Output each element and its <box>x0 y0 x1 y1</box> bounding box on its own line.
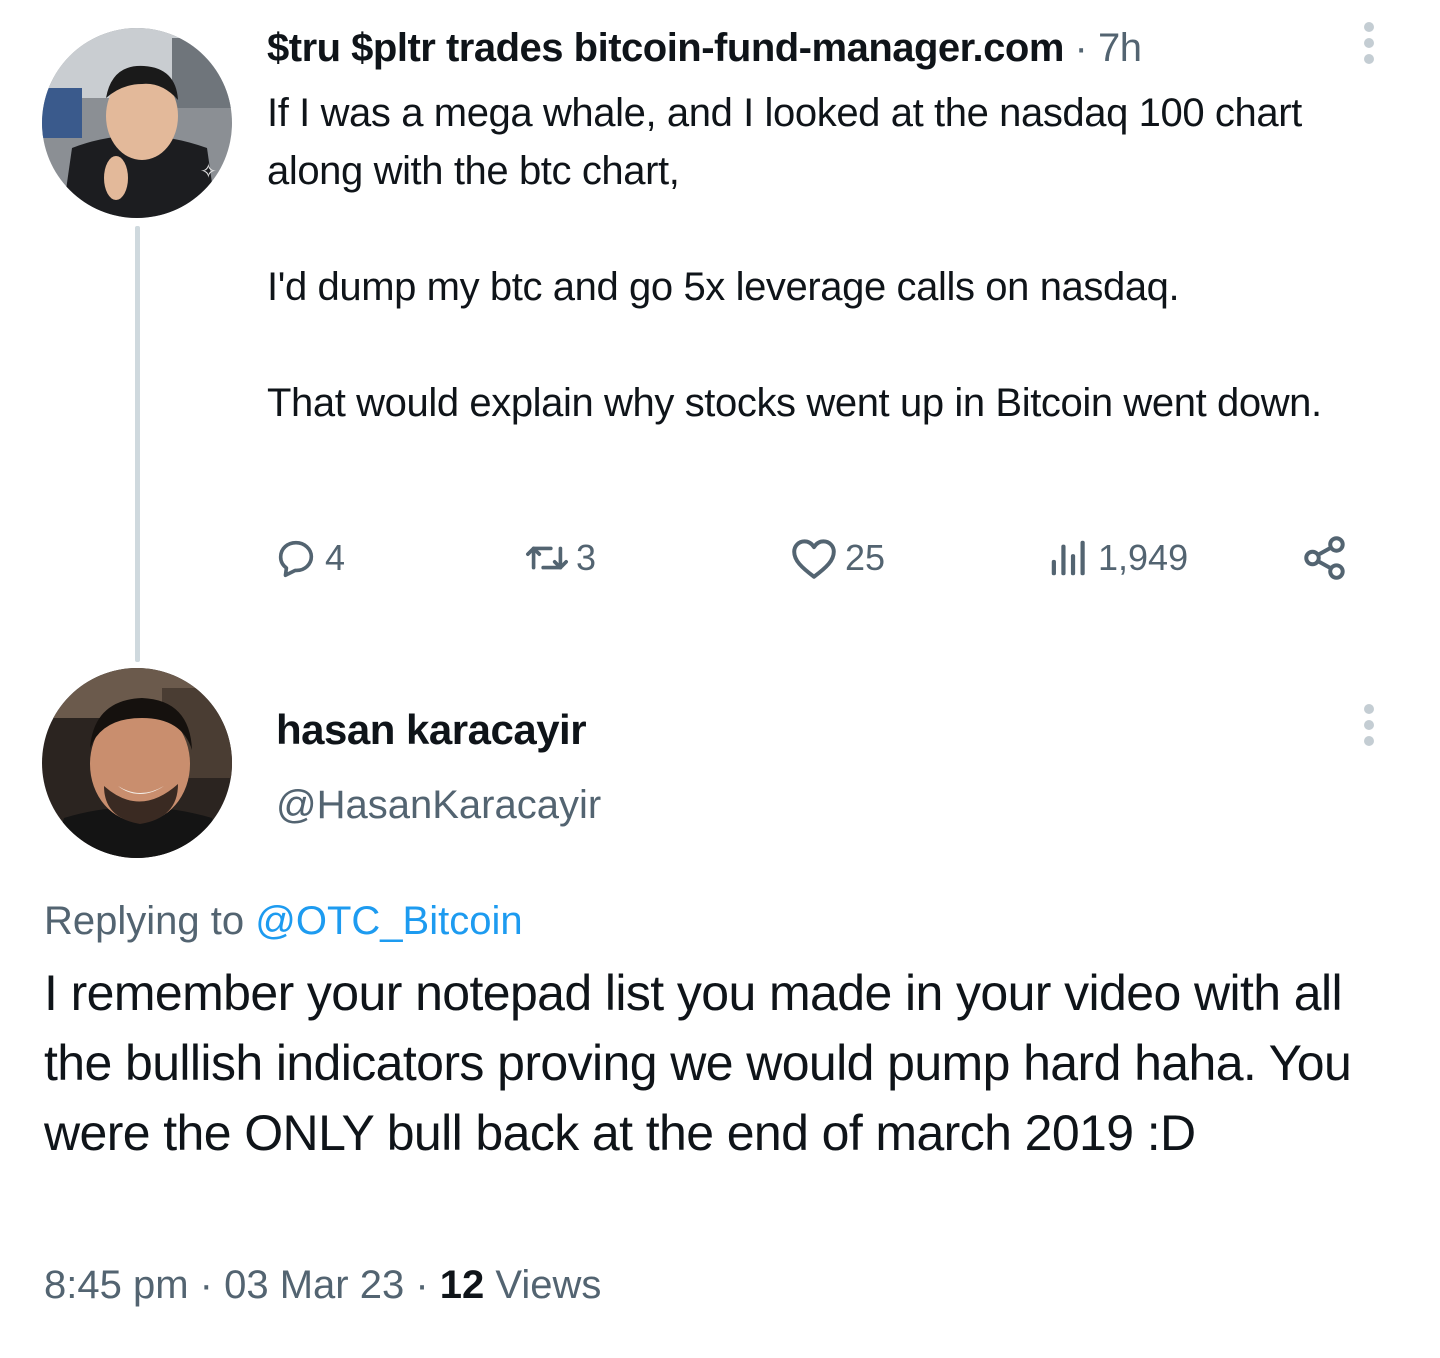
share-icon <box>1304 536 1345 580</box>
replying-to-line: Replying to @OTC_Bitcoin <box>44 896 523 946</box>
avatar-photo: ✧ <box>42 28 232 218</box>
tweet-timestamp[interactable]: 7h <box>1098 26 1142 70</box>
tweet-date[interactable]: 03 Mar 23 <box>224 1263 404 1307</box>
more-icon[interactable] <box>1361 22 1377 70</box>
header-separator: · <box>1074 26 1088 70</box>
avatar-reply-author[interactable] <box>42 668 232 858</box>
views-button[interactable]: 1,949 <box>1046 532 1188 584</box>
replying-to-label: Replying to <box>44 899 245 943</box>
replying-to-mention[interactable]: @OTC_Bitcoin <box>255 899 522 943</box>
svg-text:✧: ✧ <box>200 159 217 183</box>
tweet-views-count: 12 <box>439 1263 485 1307</box>
avatar-original-author[interactable]: ✧ <box>42 28 232 218</box>
more-icon[interactable] <box>1361 704 1377 752</box>
avatar-photo <box>42 668 232 858</box>
meta-separator: · <box>415 1263 429 1307</box>
tweet-header: $tru $pltr trades bitcoin-fund-manager.c… <box>267 24 1142 72</box>
retweet-icon <box>526 546 568 570</box>
author-display-name[interactable]: $tru $pltr trades bitcoin-fund-manager.c… <box>267 26 1064 70</box>
retweet-button[interactable]: 3 <box>524 532 596 584</box>
tweet-time[interactable]: 8:45 pm <box>44 1263 189 1307</box>
views-icon <box>1051 540 1085 576</box>
reply-tweet-text: I remember your notepad list you made in… <box>44 965 1352 1161</box>
retweet-count: 3 <box>576 537 597 578</box>
like-count: 25 <box>845 537 886 578</box>
tweet-text: If I was a mega whale, and I looked at t… <box>267 84 1377 432</box>
reply-count: 4 <box>325 537 346 578</box>
thread-connector-line <box>135 226 140 662</box>
reply-author-handle[interactable]: @HasanKaracayir <box>276 780 601 830</box>
meta-separator: · <box>199 1263 213 1307</box>
tweet-paragraph: I'd dump my btc and go 5x leverage calls… <box>267 265 1180 309</box>
tweet-paragraph: If I was a mega whale, and I looked at t… <box>267 91 1302 193</box>
tweet-views-label: Views <box>495 1263 602 1307</box>
share-button[interactable] <box>1300 532 1350 584</box>
views-count: 1,949 <box>1098 537 1189 578</box>
like-icon <box>792 539 836 579</box>
tweet-paragraph: That would explain why stocks went up in… <box>267 381 1322 425</box>
like-button[interactable]: 25 <box>789 532 885 584</box>
reply-icon <box>278 540 314 578</box>
reply-button[interactable]: 4 <box>273 532 345 584</box>
tweet-metadata: 8:45 pm · 03 Mar 23 · 12 Views <box>44 1260 601 1310</box>
reply-author-display-name[interactable]: hasan karacayir <box>276 704 587 756</box>
